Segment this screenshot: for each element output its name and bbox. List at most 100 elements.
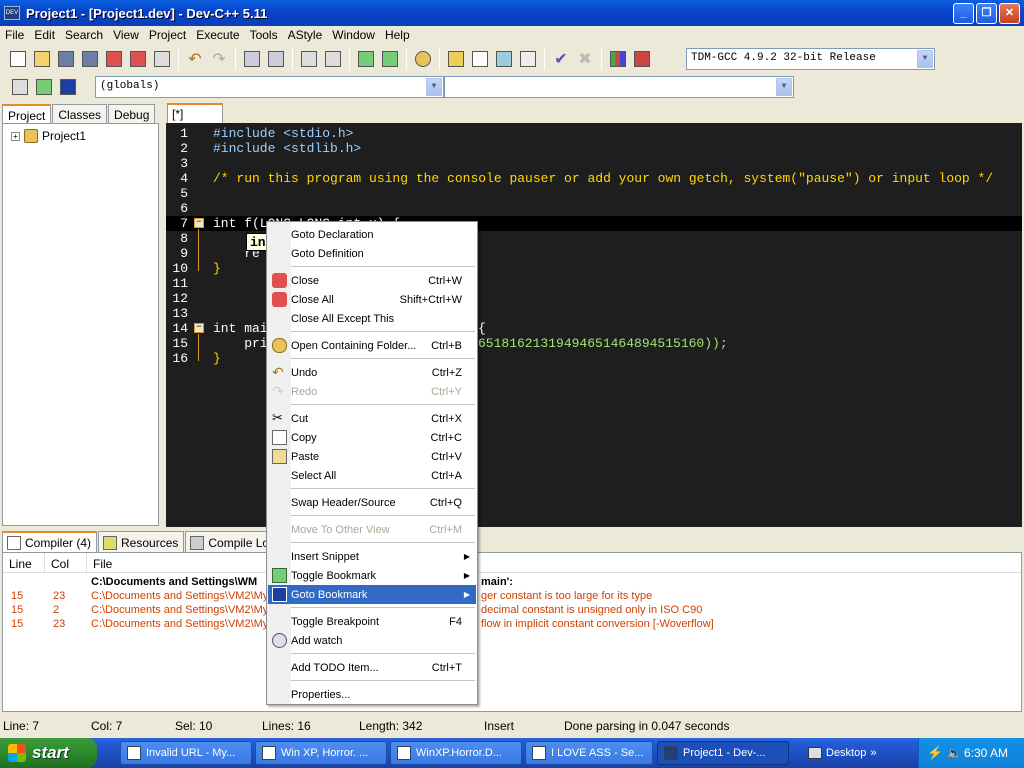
menu-item-copy[interactable]: Copy Ctrl+C bbox=[268, 428, 476, 447]
class-browser-button[interactable] bbox=[9, 76, 31, 98]
compile-button[interactable] bbox=[445, 48, 467, 70]
menu-item-move-to-other-view[interactable]: Move To Other View Ctrl+M bbox=[268, 520, 476, 539]
desktop-toolbar[interactable]: Desktop» bbox=[808, 738, 876, 768]
title-bar[interactable]: DEV Project1 - [Project1.dev] - Dev-C++ … bbox=[0, 0, 1024, 26]
find-button[interactable] bbox=[241, 48, 263, 70]
menu-astyle[interactable]: AStyle bbox=[283, 28, 328, 42]
tab-compiler[interactable]: Compiler (4) bbox=[2, 531, 98, 553]
col-header-col[interactable]: Col bbox=[45, 553, 87, 572]
taskbar-item[interactable]: Invalid URL - My... bbox=[120, 741, 252, 765]
menu-item-shortcut: Ctrl+Y bbox=[431, 385, 462, 398]
menu-tools[interactable]: Tools bbox=[245, 28, 283, 42]
menu-item-goto-declaration[interactable]: Goto Declaration bbox=[268, 225, 476, 244]
menu-item-goto-bookmark[interactable]: Goto Bookmark ▶ bbox=[268, 585, 476, 604]
delete-profile-button[interactable] bbox=[631, 48, 653, 70]
chevron-down-icon[interactable]: ▼ bbox=[776, 78, 792, 96]
tab-classes[interactable]: Classes bbox=[52, 104, 108, 124]
menu-edit[interactable]: Edit bbox=[29, 28, 60, 42]
menu-item-cut[interactable]: ✂ Cut Ctrl+X bbox=[268, 409, 476, 428]
fold-icon[interactable]: − bbox=[194, 323, 204, 333]
start-button[interactable]: start bbox=[0, 738, 97, 768]
menu-item-undo[interactable]: ↶ Undo Ctrl+Z bbox=[268, 363, 476, 382]
menu-project[interactable]: Project bbox=[144, 28, 191, 42]
menu-item-swap-header-source[interactable]: Swap Header/Source Ctrl+Q bbox=[268, 493, 476, 512]
compiler-select[interactable]: TDM-GCC 4.9.2 32-bit Release ▼ bbox=[686, 48, 935, 70]
tab-project[interactable]: Project bbox=[2, 104, 52, 124]
fold-icon[interactable]: − bbox=[194, 218, 204, 228]
close-all-button[interactable] bbox=[127, 48, 149, 70]
undo-button[interactable]: ↶ bbox=[184, 48, 206, 70]
rebuild-button[interactable] bbox=[517, 48, 539, 70]
run-button[interactable] bbox=[469, 48, 491, 70]
editor-tab-main-c[interactable]: [*] main.c bbox=[167, 103, 223, 135]
menu-item-toggle-breakpoint[interactable]: Toggle Breakpoint F4 bbox=[268, 612, 476, 631]
menu-window[interactable]: Window bbox=[327, 28, 380, 42]
taskbar-item[interactable]: Win XP, Horror. ... bbox=[255, 741, 387, 765]
menu-execute[interactable]: Execute bbox=[191, 28, 244, 42]
menu-item-paste[interactable]: Paste Ctrl+V bbox=[268, 447, 476, 466]
redo-button[interactable]: ↷ bbox=[208, 48, 230, 70]
network-icon[interactable]: ⚡ bbox=[927, 745, 943, 761]
compile-run-button[interactable] bbox=[493, 48, 515, 70]
menu-item-open-containing-folder[interactable]: Open Containing Folder... Ctrl+B bbox=[268, 336, 476, 355]
goto-line-button[interactable] bbox=[322, 48, 344, 70]
scope-select[interactable]: (globals) ▼ bbox=[95, 76, 444, 98]
stop-button[interactable]: ✖ bbox=[574, 48, 596, 70]
menu-search[interactable]: Search bbox=[60, 28, 108, 42]
chevron-down-icon[interactable]: ▼ bbox=[917, 50, 933, 68]
profile-button[interactable] bbox=[607, 48, 629, 70]
close-all-icon bbox=[272, 292, 287, 307]
maximize-button[interactable]: ❐ bbox=[976, 3, 997, 24]
menu-help[interactable]: Help bbox=[380, 28, 415, 42]
menu-item-add-watch[interactable]: Add watch bbox=[268, 631, 476, 650]
menu-item-insert-snippet[interactable]: Insert Snippet ▶ bbox=[268, 547, 476, 566]
close-file-button[interactable] bbox=[103, 48, 125, 70]
minimize-button[interactable]: _ bbox=[953, 3, 974, 24]
menu-file[interactable]: File bbox=[0, 28, 29, 42]
close-button[interactable]: ✕ bbox=[999, 3, 1020, 24]
menu-item-toggle-bookmark[interactable]: Toggle Bookmark ▶ bbox=[268, 566, 476, 585]
taskbar-item[interactable]: WinXP.Horror.D... bbox=[390, 741, 522, 765]
menu-view[interactable]: View bbox=[108, 28, 144, 42]
replace-button[interactable] bbox=[265, 48, 287, 70]
new-file-button[interactable] bbox=[7, 48, 29, 70]
save-button[interactable] bbox=[55, 48, 77, 70]
toolbar-separator bbox=[292, 48, 293, 70]
syntax-check-button[interactable]: ✔ bbox=[550, 48, 572, 70]
tree-item-project1[interactable]: + Project1 bbox=[11, 129, 86, 143]
bookmark-tb-button[interactable] bbox=[57, 76, 79, 98]
menu-item-close-all[interactable]: Close All Shift+Ctrl+W bbox=[268, 290, 476, 309]
table-row[interactable]: 15 2 C:\Documents and Settings\VM2\My de… bbox=[3, 604, 1021, 618]
table-row[interactable]: 15 23 C:\Documents and Settings\VM2\My f… bbox=[3, 618, 1021, 632]
tab-resources[interactable]: Resources bbox=[98, 531, 185, 553]
project-options-button[interactable] bbox=[412, 48, 434, 70]
menu-item-select-all[interactable]: Select All Ctrl+A bbox=[268, 466, 476, 485]
save-all-button[interactable] bbox=[79, 48, 101, 70]
clock[interactable]: 6:30 AM bbox=[964, 746, 1008, 760]
chevron-right-icon[interactable]: » bbox=[870, 747, 876, 759]
taskbar-item-active[interactable]: Project1 - Dev-... bbox=[657, 741, 789, 765]
menu-item-close[interactable]: Close Ctrl+W bbox=[268, 271, 476, 290]
col-header-file[interactable]: File bbox=[87, 553, 1021, 572]
print-button[interactable] bbox=[151, 48, 173, 70]
menu-item-properties[interactable]: Properties... bbox=[268, 685, 476, 704]
menu-item-goto-definition[interactable]: Goto Definition bbox=[268, 244, 476, 263]
menu-item-add-todo[interactable]: Add TODO Item... Ctrl+T bbox=[268, 658, 476, 677]
col-header-line[interactable]: Line bbox=[3, 553, 45, 572]
add-to-project-button[interactable] bbox=[355, 48, 377, 70]
indent-button[interactable] bbox=[298, 48, 320, 70]
table-row[interactable]: 15 23 C:\Documents and Settings\VM2\My g… bbox=[3, 590, 1021, 604]
chevron-down-icon[interactable]: ▼ bbox=[426, 78, 442, 96]
member-select[interactable]: ▼ bbox=[444, 76, 794, 98]
table-row[interactable]: C:\Documents and Settings\WM main': bbox=[3, 576, 1021, 590]
expand-icon[interactable]: + bbox=[11, 131, 20, 141]
menu-item-redo[interactable]: ↷ Redo Ctrl+Y bbox=[268, 382, 476, 401]
tab-debug[interactable]: Debug bbox=[108, 104, 156, 124]
menu-item-shortcut: Ctrl+X bbox=[431, 412, 462, 425]
taskbar-item[interactable]: I LOVE ASS - Se... bbox=[525, 741, 653, 765]
remove-from-project-button[interactable] bbox=[379, 48, 401, 70]
menu-item-close-all-except-this[interactable]: Close All Except This bbox=[268, 309, 476, 328]
volume-icon[interactable]: 🔈 bbox=[947, 746, 962, 760]
goto-class-button[interactable] bbox=[33, 76, 55, 98]
open-button[interactable] bbox=[31, 48, 53, 70]
